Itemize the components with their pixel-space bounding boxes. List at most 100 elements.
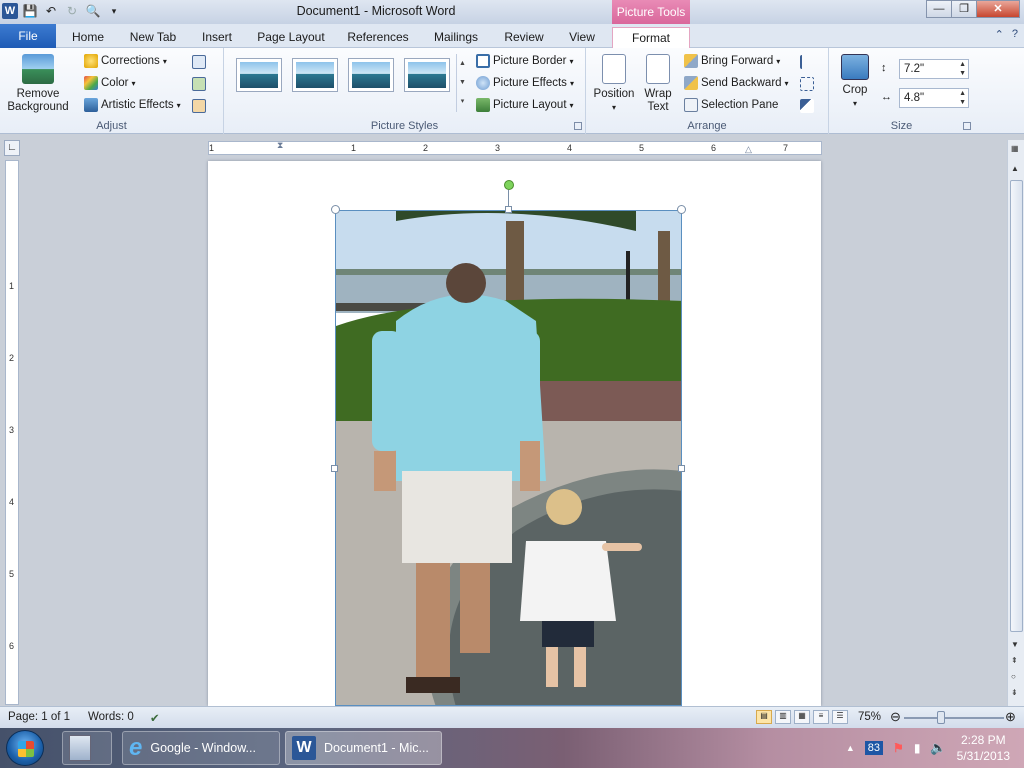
- position-button[interactable]: Position ▾: [592, 54, 636, 114]
- indent-marker-icon[interactable]: ⧗: [277, 140, 283, 151]
- picture-style-thumb[interactable]: [404, 58, 450, 92]
- picture-border-button[interactable]: Picture Border ▾: [476, 54, 574, 68]
- zoom-slider[interactable]: [904, 717, 1004, 719]
- picture-styles-group-label: Picture Styles: [370, 120, 439, 132]
- web-layout-icon[interactable]: ▦: [794, 710, 810, 724]
- height-icon: ↕: [881, 62, 887, 74]
- size-group: Crop ▾ ↕ 7.2" ▲ ▼ ↔ 4.8" ▲ ▼ Size: [829, 48, 974, 134]
- send-backward-icon: [684, 76, 698, 90]
- picture-layout-button[interactable]: Picture Layout ▾: [476, 98, 574, 112]
- wrap-text-icon: [646, 54, 670, 84]
- restore-button[interactable]: ❐: [951, 0, 977, 18]
- remove-background-button[interactable]: Remove Background: [4, 54, 72, 114]
- picture-layout-icon: [476, 98, 490, 112]
- resize-handle[interactable]: [331, 205, 340, 214]
- help-icon[interactable]: ?: [1012, 28, 1018, 41]
- show-hidden-icons-icon[interactable]: ▲: [846, 743, 855, 753]
- ruler-number: 1: [9, 281, 15, 291]
- crop-icon: [841, 54, 869, 80]
- picture-effects-button[interactable]: Picture Effects ▾: [476, 76, 574, 90]
- width-field[interactable]: 4.8" ▲ ▼: [899, 88, 969, 108]
- picture-styles-launcher-icon[interactable]: [574, 122, 582, 130]
- tab-file[interactable]: File: [0, 24, 56, 48]
- volume-icon[interactable]: 🔈: [930, 740, 946, 756]
- gallery-scroll[interactable]: ▲ ▼ ▾: [456, 54, 468, 112]
- zoom-slider-knob[interactable]: [937, 711, 945, 724]
- align-icon[interactable]: [800, 55, 814, 69]
- resize-handle[interactable]: [331, 465, 338, 472]
- clock[interactable]: 2:28 PM 5/31/2013: [957, 732, 1010, 764]
- tab-home[interactable]: Home: [66, 27, 110, 48]
- zoom-out-icon[interactable]: ⊖: [890, 709, 901, 725]
- wrap-text-button[interactable]: Wrap Text: [638, 54, 678, 114]
- taskbar-calculator[interactable]: [62, 731, 112, 765]
- picture-border-icon: [476, 54, 490, 68]
- word-count[interactable]: Words: 0: [88, 711, 134, 723]
- rotate-handle[interactable]: [504, 180, 514, 190]
- width-spinner-icon[interactable]: ▲ ▼: [959, 89, 966, 107]
- action-center-icon[interactable]: ⚑: [893, 741, 904, 755]
- tab-format[interactable]: Format: [612, 27, 690, 48]
- vertical-ruler[interactable]: 1 2 3 4 5 6: [5, 160, 19, 705]
- full-screen-reading-icon[interactable]: ▥: [775, 710, 791, 724]
- minimize-button[interactable]: —: [926, 0, 952, 18]
- draft-icon[interactable]: ☰: [832, 710, 848, 724]
- resize-handle[interactable]: [677, 205, 686, 214]
- previous-page-icon[interactable]: ⇞: [1011, 656, 1018, 665]
- tab-review[interactable]: Review: [500, 27, 548, 48]
- page-count[interactable]: Page: 1 of 1: [8, 711, 70, 723]
- resize-handle[interactable]: [678, 465, 685, 472]
- rotate-icon[interactable]: [800, 99, 814, 113]
- send-backward-button[interactable]: Send Backward ▾: [684, 76, 789, 90]
- scroll-thumb[interactable]: [1010, 180, 1023, 632]
- zoom-in-icon[interactable]: ⊕: [1005, 709, 1016, 725]
- network-icon[interactable]: ▮: [914, 741, 921, 755]
- print-layout-icon[interactable]: ▤: [756, 710, 772, 724]
- change-picture-icon[interactable]: [192, 77, 206, 91]
- tab-view[interactable]: View: [562, 27, 602, 48]
- ruler-toggle-icon[interactable]: ▦: [1011, 144, 1019, 153]
- size-launcher-icon[interactable]: [963, 122, 971, 130]
- tab-insert[interactable]: Insert: [196, 27, 238, 48]
- height-spinner-icon[interactable]: ▲ ▼: [959, 60, 966, 78]
- start-button[interactable]: [6, 730, 44, 766]
- tray-badge[interactable]: 83: [864, 741, 884, 755]
- scroll-up-icon[interactable]: ▲: [1011, 164, 1019, 173]
- photo-father-daughter: [336, 211, 681, 705]
- picture-style-thumb[interactable]: [236, 58, 282, 92]
- right-indent-marker-icon[interactable]: △: [745, 144, 752, 155]
- compress-pictures-icon[interactable]: [192, 55, 206, 69]
- outline-icon[interactable]: ≡: [813, 710, 829, 724]
- windows-logo-icon: [18, 741, 34, 757]
- proofing-icon[interactable]: ✔: [150, 711, 160, 725]
- crop-button[interactable]: Crop ▾: [835, 54, 875, 110]
- minimize-ribbon-icon[interactable]: ⌃: [995, 28, 1004, 41]
- corrections-button[interactable]: Corrections ▾: [84, 54, 167, 68]
- tab-references[interactable]: References: [344, 27, 412, 48]
- scroll-down-icon[interactable]: ▼: [1011, 640, 1019, 649]
- horizontal-ruler[interactable]: 1 1 2 3 4 5 6 7 ⧗ △: [208, 140, 822, 155]
- tab-mailings[interactable]: Mailings: [426, 27, 486, 48]
- taskbar-internet-explorer[interactable]: e Google - Window...: [122, 731, 280, 765]
- tab-page-layout[interactable]: Page Layout: [252, 27, 330, 48]
- artistic-effects-button[interactable]: Artistic Effects ▾: [84, 98, 181, 112]
- zoom-level[interactable]: 75%: [858, 711, 881, 723]
- tab-new-tab[interactable]: New Tab: [124, 27, 182, 48]
- size-group-label: Size: [890, 120, 913, 132]
- close-button[interactable]: ✕: [976, 0, 1020, 18]
- picture-style-thumb[interactable]: [292, 58, 338, 92]
- taskbar-word[interactable]: W Document1 - Mic...: [285, 731, 442, 765]
- selected-picture[interactable]: [335, 210, 682, 706]
- select-browse-object-icon[interactable]: ○: [1011, 672, 1016, 681]
- selection-pane-button[interactable]: Selection Pane: [684, 98, 778, 112]
- next-page-icon[interactable]: ⇟: [1011, 688, 1018, 697]
- picture-style-thumb[interactable]: [348, 58, 394, 92]
- height-field[interactable]: 7.2" ▲ ▼: [899, 59, 969, 79]
- group-icon[interactable]: [800, 77, 814, 91]
- vertical-scrollbar[interactable]: ▦ ▲ ▼ ⇞ ○ ⇟: [1007, 140, 1024, 706]
- bring-forward-button[interactable]: Bring Forward ▾: [684, 54, 780, 68]
- tab-selector-button[interactable]: ∟: [4, 140, 20, 156]
- color-button[interactable]: Color ▾: [84, 76, 136, 90]
- reset-picture-icon[interactable]: [192, 99, 206, 113]
- resize-handle[interactable]: [505, 206, 512, 213]
